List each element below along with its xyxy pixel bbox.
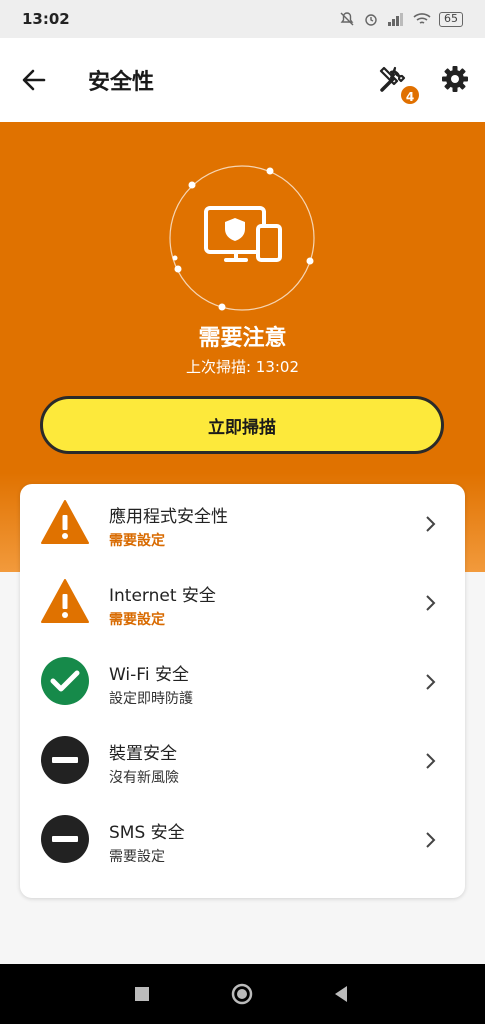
warning-icon bbox=[41, 500, 89, 544]
row-status: 需要設定 bbox=[109, 612, 165, 628]
battery-indicator: 65 bbox=[439, 11, 463, 27]
device-security-row[interactable]: 裝置安全 沒有新風險 bbox=[20, 721, 465, 800]
minus-circle-icon bbox=[41, 815, 89, 863]
internet-security-row[interactable]: Internet 安全 需要設定 bbox=[20, 563, 465, 642]
signal-icon bbox=[388, 13, 403, 26]
status-time: 13:02 bbox=[22, 10, 70, 28]
row-status: 需要設定 bbox=[109, 533, 165, 549]
row-status: 需要設定 bbox=[109, 849, 165, 865]
chevron-right-icon bbox=[426, 832, 436, 848]
last-scan-time: 上次掃描: 13:02 bbox=[185, 358, 300, 376]
app-bar: 安全性 4 bbox=[0, 38, 485, 122]
row-status: 設定即時防護 bbox=[109, 691, 193, 707]
row-label: Wi-Fi 安全 bbox=[109, 665, 189, 685]
status-bar: 13:02 65 bbox=[0, 0, 485, 38]
row-label: 裝置安全 bbox=[109, 744, 177, 764]
minus-circle-icon bbox=[41, 736, 89, 784]
home-circle-icon[interactable] bbox=[230, 982, 254, 1006]
page-title: 安全性 bbox=[88, 70, 155, 95]
wifi-security-row[interactable]: Wi-Fi 安全 設定即時防護 bbox=[20, 642, 465, 721]
row-label: Internet 安全 bbox=[109, 586, 216, 606]
checkmark-icon bbox=[41, 657, 89, 705]
chevron-right-icon bbox=[426, 516, 436, 532]
tools-badge: 4 bbox=[399, 84, 421, 106]
chevron-right-icon bbox=[426, 595, 436, 611]
back-arrow-icon[interactable] bbox=[20, 66, 48, 94]
security-items-card: 應用程式安全性 需要設定 Internet 安全 需要設定 Wi-Fi 安全 設… bbox=[20, 484, 465, 898]
system-nav-bar bbox=[0, 964, 485, 1024]
warning-icon bbox=[41, 579, 89, 623]
back-triangle-icon[interactable] bbox=[330, 982, 354, 1006]
chevron-right-icon bbox=[426, 753, 436, 769]
scan-now-button[interactable]: 立即掃描 bbox=[40, 396, 444, 454]
device-shield-icon bbox=[169, 165, 315, 311]
sms-security-row[interactable]: SMS 安全 需要設定 bbox=[20, 800, 465, 879]
settings-gear-icon[interactable] bbox=[440, 64, 470, 94]
status-title: 需要注意 bbox=[198, 326, 287, 351]
row-label: 應用程式安全性 bbox=[109, 507, 228, 527]
wifi-icon bbox=[413, 13, 431, 24]
chevron-right-icon bbox=[426, 674, 436, 690]
alarm-icon bbox=[365, 14, 377, 26]
row-label: SMS 安全 bbox=[109, 823, 185, 843]
app-security-row[interactable]: 應用程式安全性 需要設定 bbox=[20, 484, 465, 563]
recents-square-icon[interactable] bbox=[130, 982, 154, 1006]
mute-icon bbox=[340, 12, 354, 26]
status-icons: 65 bbox=[339, 11, 463, 27]
row-status: 沒有新風險 bbox=[109, 770, 179, 786]
